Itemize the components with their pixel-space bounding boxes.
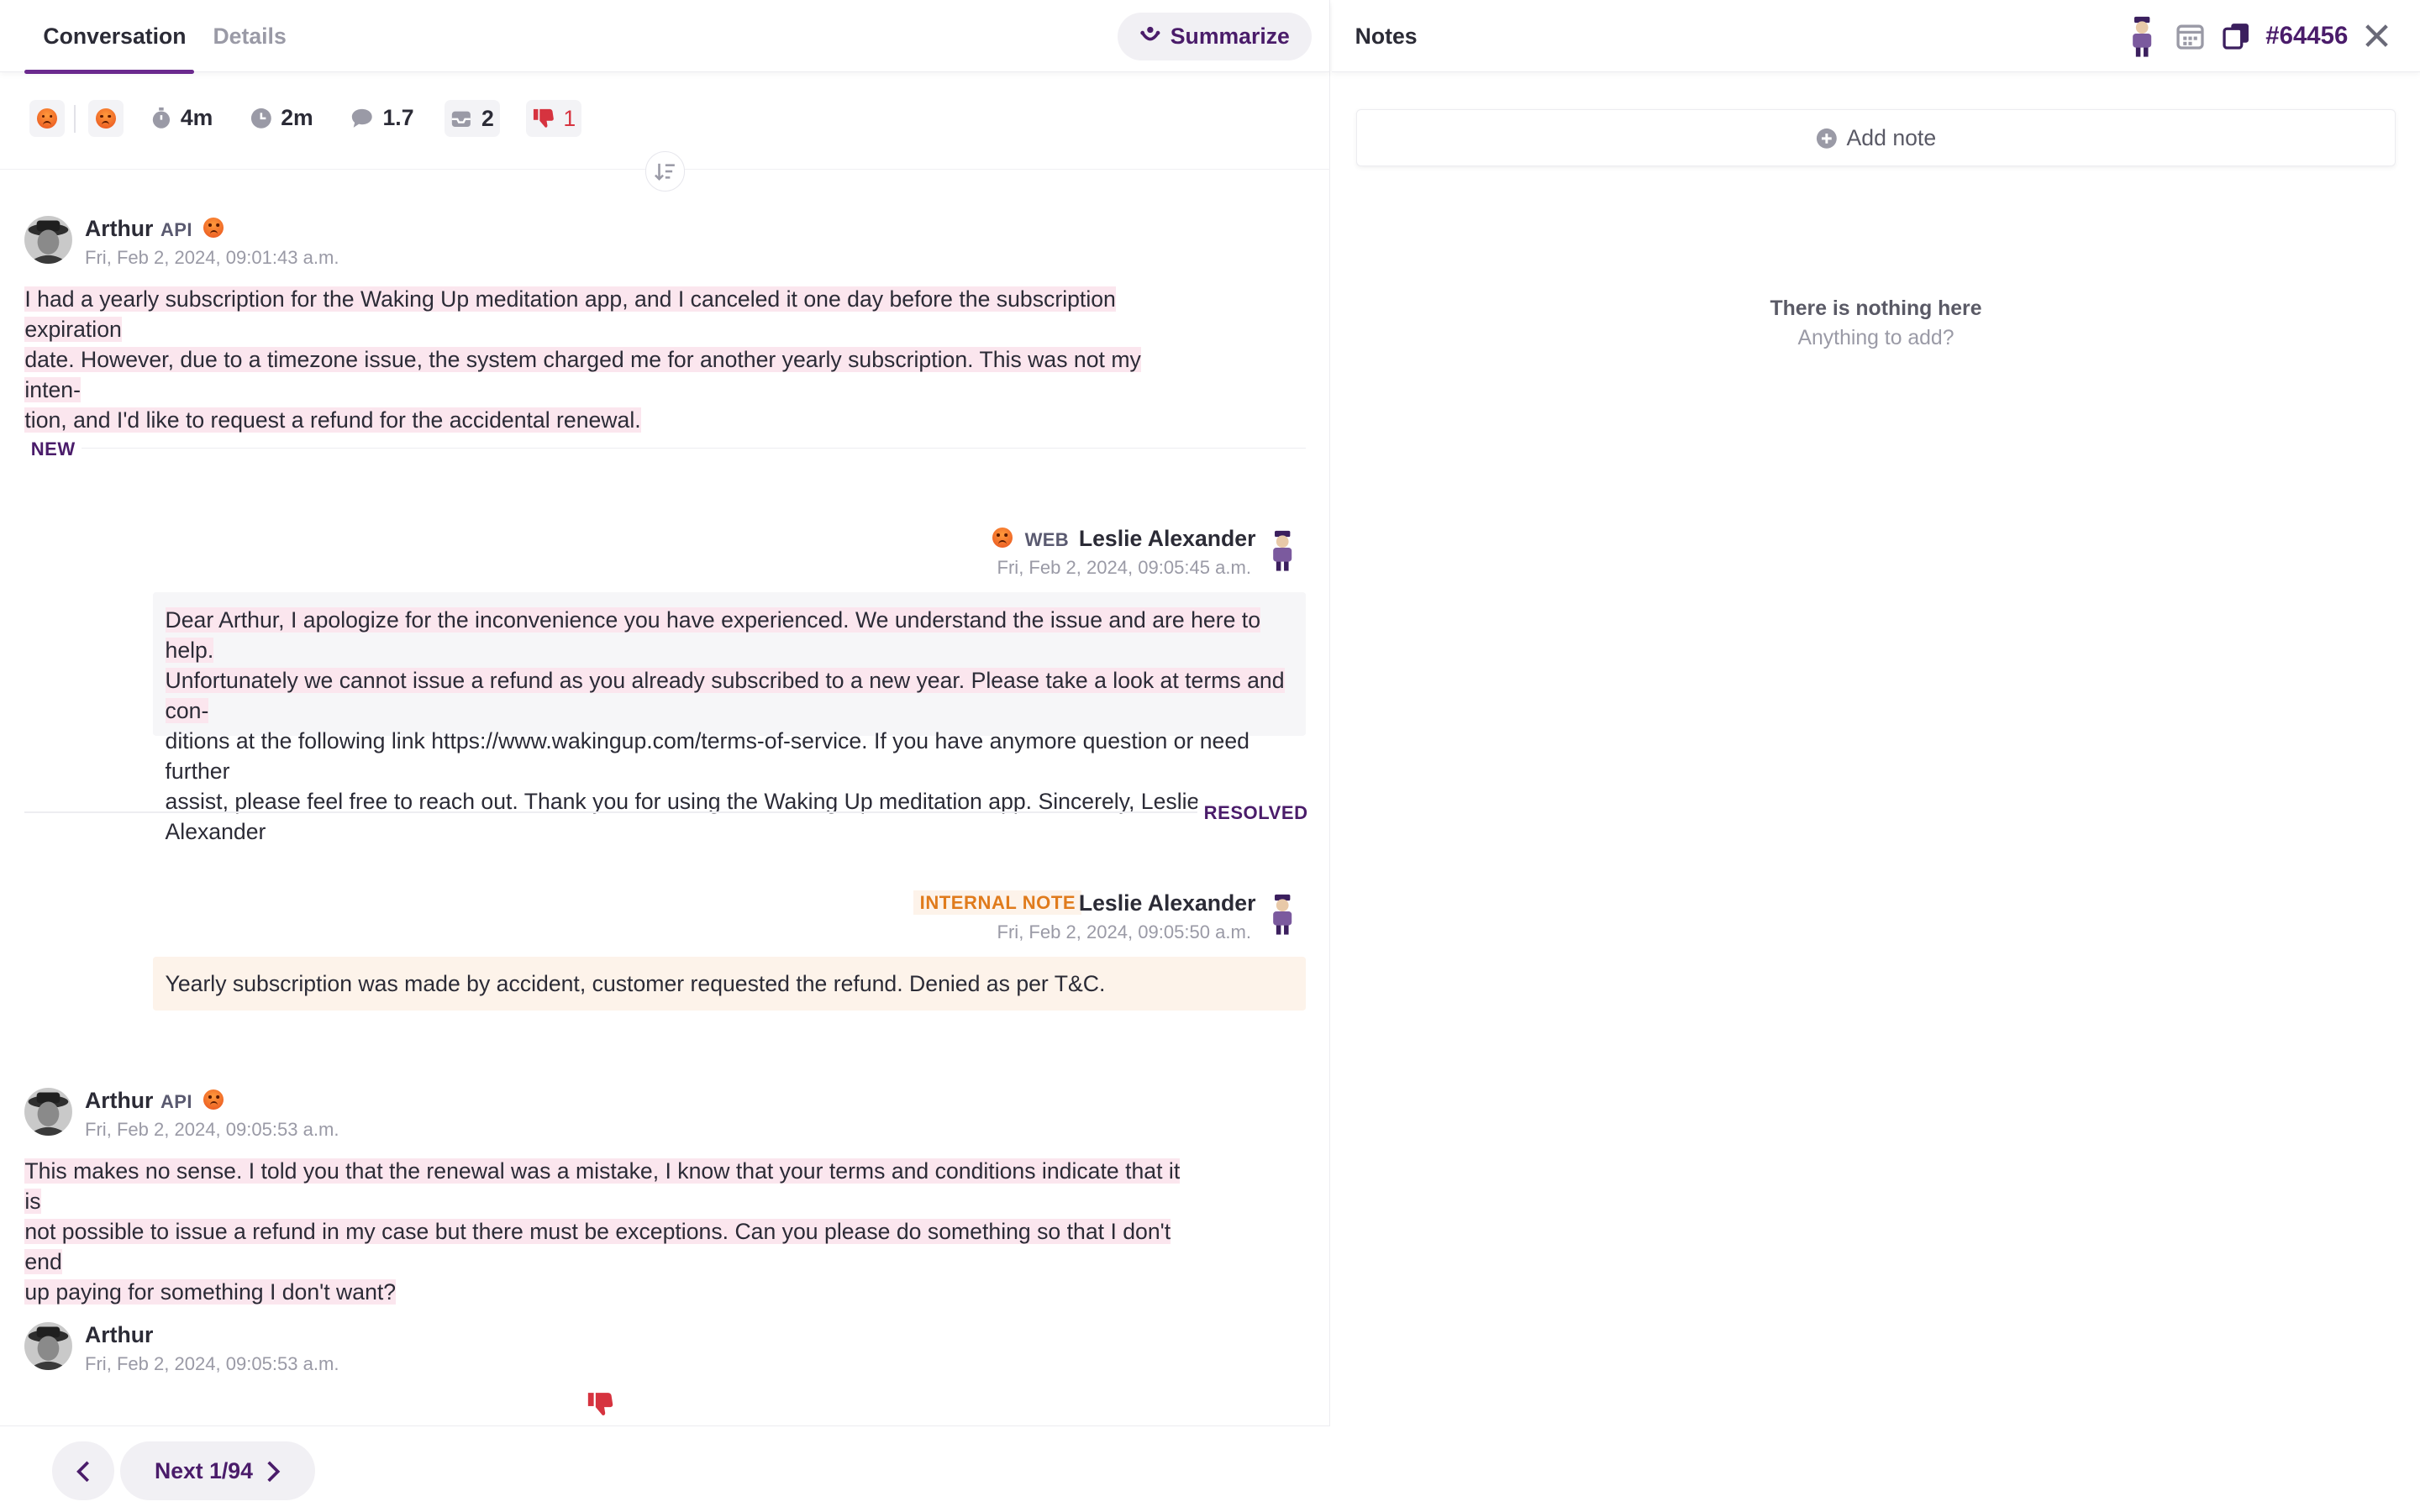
message-author: Arthur	[85, 1087, 154, 1113]
chat-bubble-icon	[351, 108, 372, 128]
conversation-header: Conversation Details Summarize	[0, 0, 1331, 75]
chevron-left-icon	[76, 1461, 89, 1482]
angry-face-icon	[95, 108, 116, 129]
message-line: assist, please feel free to reach out. T…	[165, 788, 1200, 844]
avatar	[24, 1322, 73, 1370]
summarize-label: Summarize	[1170, 23, 1290, 49]
message-timestamp: Fri, Feb 2, 2024, 09:05:50 a.m.	[997, 921, 1252, 942]
message-timestamp: Fri, Feb 2, 2024, 09:05:53 a.m.	[85, 1352, 339, 1374]
angry-face-icon	[203, 217, 224, 238]
message-timestamp: Fri, Feb 2, 2024, 09:01:43 a.m.	[85, 246, 339, 268]
message-author: Arthur	[85, 1322, 154, 1348]
empty-state-subtitle: Anything to add?	[1797, 327, 1954, 350]
empty-state-title: There is nothing here	[1770, 297, 1982, 321]
next-button[interactable]: Next 1/94	[120, 1441, 315, 1501]
message-author: Arthur	[85, 216, 154, 242]
tickets-value: 2	[481, 105, 494, 131]
stat-thumbs-down: 1	[526, 100, 582, 138]
internal-note-bubble: Yearly subscription was made by accident…	[152, 956, 1306, 1011]
next-label: Next 1/94	[154, 1457, 253, 1483]
message-author: Leslie Alexander	[1078, 890, 1256, 916]
clock-icon	[250, 108, 271, 129]
channel-badge: API	[160, 218, 192, 240]
stat-messages-ratio: 1.7	[350, 105, 414, 131]
sentiment-end-badge	[87, 100, 124, 138]
stat-tickets: 2	[444, 100, 501, 138]
status-new-tag: NEW	[24, 436, 82, 462]
message-line: ditions at the following link https://ww…	[165, 727, 1249, 784]
pagination-bar: Next 1/94	[0, 1425, 1331, 1512]
message-body: This makes no sense. I told you that the…	[24, 1156, 1197, 1307]
message-line: I had a yearly subscription for the Waki…	[24, 286, 1116, 342]
channel-badge: WEB	[1024, 528, 1070, 550]
thumbs-down-icon	[533, 109, 554, 129]
conversation-pane: Conversation Details Summarize 4m 2m 1.7…	[0, 0, 1331, 1512]
calendar-icon[interactable]	[2176, 22, 2204, 50]
notes-title: Notes	[1355, 23, 1418, 49]
message-line: Dear Arthur, I apologize for the inconve…	[165, 606, 1261, 663]
angry-face-icon	[992, 528, 1013, 549]
message-timestamp: Fri, Feb 2, 2024, 09:05:53 a.m.	[85, 1118, 339, 1140]
inbox-icon	[452, 111, 471, 127]
message-line: tion, and I'd like to request a refund f…	[24, 407, 641, 433]
message-line: date. However, due to a timezone issue, …	[24, 346, 1141, 402]
internal-note-badge: INTERNAL NOTE	[913, 890, 1082, 916]
close-icon[interactable]	[2363, 22, 2391, 50]
agent-avatar-icon	[1273, 895, 1292, 936]
message-bubble: Dear Arthur, I apologize for the inconve…	[152, 592, 1306, 844]
add-note-label: Add note	[1846, 124, 1937, 150]
handle-time-value: 4m	[180, 104, 213, 130]
divider	[74, 104, 76, 133]
notes-pane: Notes #64456 Add note There is nothing h…	[1332, 0, 2420, 1512]
stopwatch-icon	[152, 107, 171, 129]
stat-handle-time: 4m	[151, 105, 213, 131]
status-resolved-tag: RESOLVED	[1197, 801, 1314, 826]
avatar	[24, 1087, 73, 1136]
response-time-value: 2m	[281, 104, 313, 130]
add-note-button[interactable]: Add note	[1356, 109, 2396, 167]
tab-details[interactable]: Details	[213, 24, 286, 50]
sort-descending-icon	[654, 163, 675, 181]
message-body: I had a yearly subscription for the Waki…	[24, 284, 1197, 435]
channel-badge: API	[160, 1090, 192, 1112]
sentiment-start-badge	[29, 100, 66, 138]
message-line: up paying for something I don't want?	[24, 1278, 397, 1305]
avatar	[24, 216, 73, 265]
agent-avatar-icon	[1273, 530, 1292, 571]
copy-icon[interactable]	[2223, 22, 2250, 50]
agent-avatar-icon[interactable]	[2125, 15, 2159, 58]
message-timestamp: Fri, Feb 2, 2024, 09:05:45 a.m.	[997, 557, 1252, 579]
tab-conversation[interactable]: Conversation	[43, 24, 186, 50]
message-author: Leslie Alexander	[1078, 526, 1256, 552]
notes-header: Notes #64456	[1332, 0, 2420, 73]
status-divider-line	[80, 447, 1306, 449]
plus-circle-icon	[1816, 128, 1837, 149]
thumbs-down-count: 1	[563, 105, 576, 131]
stat-response-time: 2m	[250, 105, 313, 131]
status-divider-line	[24, 811, 1198, 813]
message-body: Dear Arthur, I apologize for the inconve…	[165, 605, 1300, 847]
ticket-id[interactable]: #64456	[2265, 22, 2348, 50]
messages-ratio-value: 1.7	[382, 104, 414, 130]
previous-button[interactable]	[52, 1441, 114, 1501]
message-line: Unfortunately we cannot issue a refund a…	[165, 667, 1285, 723]
angry-face-icon	[37, 108, 57, 129]
angry-face-icon	[203, 1089, 224, 1110]
message-line: not possible to issue a refund in my cas…	[24, 1218, 1171, 1274]
summarize-icon	[1140, 27, 1160, 41]
message-line: This makes no sense. I told you that the…	[24, 1158, 1181, 1214]
note-text: Yearly subscription was made by accident…	[165, 971, 1106, 997]
chevron-right-icon	[266, 1461, 280, 1482]
thumbs-down-icon	[587, 1392, 613, 1415]
summarize-button[interactable]: Summarize	[1117, 12, 1313, 60]
sort-button[interactable]	[644, 150, 686, 192]
